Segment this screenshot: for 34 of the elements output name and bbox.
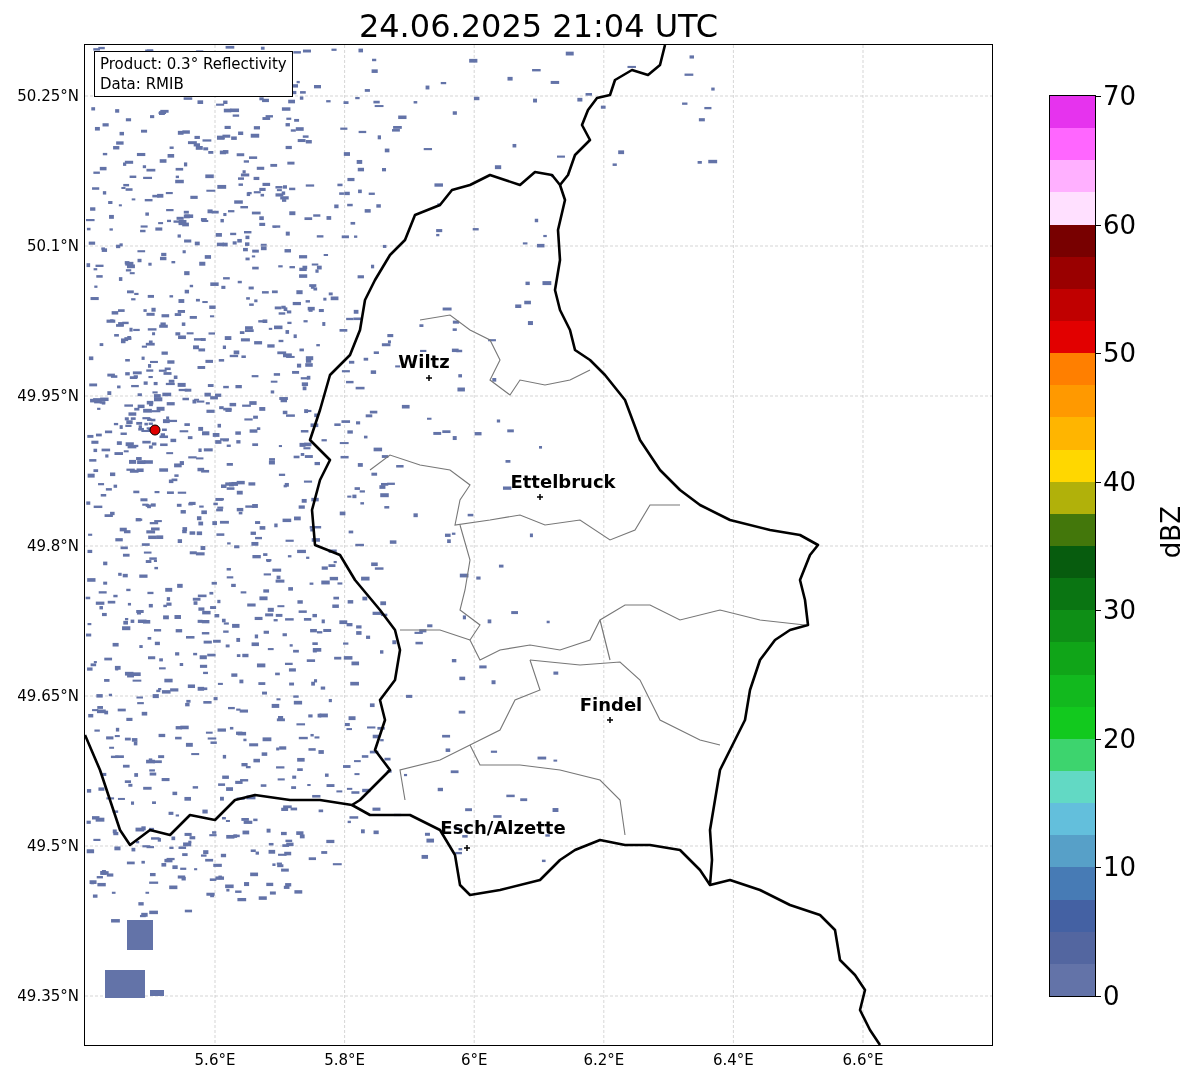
colorbar-tick-label: 60: [1103, 209, 1137, 240]
latitude-label: 50.25°N: [17, 87, 79, 105]
colorbar-tick-label: 0: [1103, 981, 1120, 1011]
city-label: Wiltz: [398, 351, 450, 372]
colorbar-tick-label: 70: [1103, 81, 1137, 111]
city-label: Findel: [579, 694, 643, 715]
legend-text: Product: 0.3° Reflectivity: [100, 54, 287, 74]
longitude-label: 5.8°E: [324, 1051, 365, 1069]
colorbar-tick-label: 40: [1103, 466, 1137, 497]
latitude-label: 49.35°N: [17, 987, 79, 1005]
city-marker-icon: [425, 374, 433, 382]
longitude-label: 5.6°E: [194, 1051, 236, 1069]
latitude-label: 49.8°N: [26, 537, 79, 555]
city-marker-icon: [606, 716, 614, 724]
chart-title: 24.06.2025 21:04 UTC: [357, 6, 720, 45]
longitude-label: 6.2°E: [583, 1051, 625, 1069]
colorbar-tick-label: 20: [1103, 723, 1137, 754]
colorbar-tick-label: 10: [1103, 852, 1137, 883]
longitude-label: 6.6°E: [842, 1051, 884, 1069]
city-marker-icon: [463, 844, 471, 852]
colorbar-label: dBZ: [1155, 506, 1184, 559]
city-marker-icon: [536, 493, 544, 501]
radar-site-marker: [149, 424, 161, 436]
longitude-label: 6°E: [460, 1051, 488, 1069]
legend-text: Data: RMIB: [100, 74, 185, 94]
latitude-label: 49.5°N: [26, 837, 79, 855]
longitude-label: 6.4°E: [712, 1051, 754, 1069]
colorbar-tick-label: 30: [1103, 595, 1137, 626]
latitude-label: 49.65°N: [17, 687, 79, 705]
latitude-label: 49.95°N: [17, 387, 79, 405]
latitude-label: 50.1°N: [26, 237, 79, 255]
city-label: Ettelbruck: [510, 471, 616, 492]
colorbar-tick-label: 50: [1103, 338, 1137, 369]
city-label: Esch/Alzette: [440, 817, 566, 838]
